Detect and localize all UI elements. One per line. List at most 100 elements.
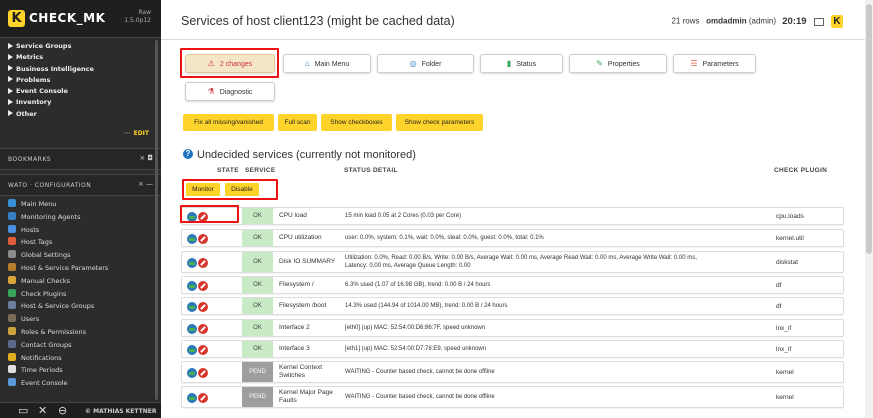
full-scan-button[interactable]: Full scan xyxy=(278,114,317,131)
notifications-icon xyxy=(8,352,16,361)
disable-service-icon[interactable] xyxy=(198,234,208,244)
diagnostic-button[interactable]: ⚗ Diagnostic xyxy=(185,82,275,101)
disable-service-icon[interactable] xyxy=(198,258,208,268)
wato-item-label: Hosts xyxy=(21,225,40,234)
table-row: OK Interface 3 [eth1] (up) MAC: 52:54:00… xyxy=(181,340,844,358)
status-detail: 15 min load 0.05 at 2 Cores (0.03 per Co… xyxy=(345,213,462,219)
sidebar-item-label: Inventory xyxy=(16,98,52,107)
monitor-service-icon[interactable] xyxy=(187,324,197,334)
sidebar-item-event-console[interactable]: Event Console xyxy=(8,86,161,97)
row-actions xyxy=(187,345,209,355)
check-plugin: df xyxy=(776,302,782,310)
wato-item-time-periods[interactable]: Time Periods xyxy=(0,364,161,377)
folder-icon: ◎ xyxy=(409,59,417,68)
monitor-service-icon[interactable] xyxy=(187,281,197,291)
bookmarks-controls[interactable]: × ◘ xyxy=(139,154,153,162)
main-scrollbar[interactable] xyxy=(865,0,873,418)
monitor-service-icon[interactable] xyxy=(187,258,197,268)
footer-brand[interactable]: © MATHIAS KETTNER xyxy=(85,408,156,415)
top-bar: Services of host client123 (might be cac… xyxy=(161,0,873,40)
main-menu-button[interactable]: ⌂ Main Menu xyxy=(283,54,371,73)
wato-item-label: Manual Checks xyxy=(21,276,71,285)
sidebar-edit-link[interactable]: ··· EDIT xyxy=(124,130,149,137)
disable-service-icon[interactable] xyxy=(198,281,208,291)
sidebar-item-service-groups[interactable]: Service Groups xyxy=(8,41,161,52)
sidebar-item-label: Problems xyxy=(16,75,51,84)
book-icon[interactable] xyxy=(813,17,824,26)
bookmarks-snapin-header[interactable]: BOOKMARKS × ◘ xyxy=(0,148,161,170)
main-scrollbar-thumb[interactable] xyxy=(866,4,872,254)
monitor-icon[interactable]: ▭ xyxy=(18,404,28,417)
wato-item-monitoring-agents[interactable]: Monitoring Agents xyxy=(0,211,161,224)
wato-item-host-service-groups[interactable]: Host & Service Groups xyxy=(0,300,161,313)
properties-label: Properties xyxy=(607,61,640,68)
monitor-service-icon[interactable] xyxy=(187,393,197,403)
parameters-button[interactable]: ☰ Parameters xyxy=(673,54,756,73)
status-detail: WAITING - Counter based check, cannot be… xyxy=(345,369,495,375)
state-badge: OK xyxy=(242,230,273,246)
logout-icon[interactable]: ⊖ xyxy=(58,404,67,417)
status-button[interactable]: ▮ Status xyxy=(480,54,563,73)
wato-controls[interactable]: × — xyxy=(138,180,153,188)
section-title[interactable]: ? Undecided services (currently not monit… xyxy=(183,149,416,161)
sidebar-item-other[interactable]: Other xyxy=(8,109,161,120)
monitor-service-icon[interactable] xyxy=(187,345,197,355)
service-name: Kernel Context Switches xyxy=(279,364,322,379)
wato-item-event-console[interactable]: Event Console xyxy=(0,377,161,390)
wato-item-host-tags[interactable]: Host Tags xyxy=(0,236,161,249)
highlight-frame-changes xyxy=(180,48,279,78)
sidebar-item-problems[interactable]: Problems xyxy=(8,75,161,86)
version-info: Raw 1.5.0p12 xyxy=(124,9,151,25)
wato-item-contact-groups[interactable]: Contact Groups xyxy=(0,339,161,352)
wato-item-host-service-parameters[interactable]: Host & Service Parameters xyxy=(0,262,161,275)
folder-label: Folder xyxy=(421,61,442,68)
table-row: OK Disk IO SUMMARY Utilization: 0.0%, Re… xyxy=(181,251,844,273)
wato-item-notifications[interactable]: Notifications xyxy=(0,352,161,365)
wato-item-manual-checks[interactable]: Manual Checks xyxy=(0,275,161,288)
checkmk-k-icon[interactable]: K xyxy=(831,15,843,28)
status-detail: user: 0.0%, system: 0.1%, wait: 0.0%, st… xyxy=(345,235,544,241)
monitor-service-icon[interactable] xyxy=(187,368,197,378)
help-icon[interactable]: ? xyxy=(183,149,193,160)
disable-service-icon[interactable] xyxy=(198,324,208,334)
wato-item-check-plugins[interactable]: Check Plugins xyxy=(0,288,161,301)
folder-button[interactable]: ◎ Folder xyxy=(377,54,474,73)
state-badge: PEND xyxy=(242,387,273,407)
fix-all-button[interactable]: Fix all missing/vanished xyxy=(183,114,274,131)
sidebar-item-label: Service Groups xyxy=(16,42,72,50)
sidebar-item-inventory[interactable]: Inventory xyxy=(8,97,161,108)
check-plugin: df xyxy=(776,281,782,289)
wato-item-roles-permissions[interactable]: Roles & Permissions xyxy=(0,326,161,339)
sidebar-scrollbar[interactable] xyxy=(155,40,158,400)
wato-snapin-header[interactable]: WATO · CONFIGURATION × — xyxy=(0,174,161,196)
status-icon: ▮ xyxy=(506,59,512,68)
show-check-parameters-button[interactable]: Show check parameters xyxy=(396,114,483,131)
column-header-status-detail: STATUS DETAIL xyxy=(344,167,398,174)
table-row: OK Interface 2 [eth0] (up) MAC: 52:54:00… xyxy=(181,319,844,337)
sidebar-item-business-intelligence[interactable]: Business Intelligence xyxy=(8,64,161,75)
disable-service-icon[interactable] xyxy=(198,302,208,312)
disable-service-icon[interactable] xyxy=(198,345,208,355)
disable-service-icon[interactable] xyxy=(198,368,208,378)
sidebar-item-label: Other xyxy=(16,109,37,118)
wato-item-users[interactable]: Users xyxy=(0,313,161,326)
checkmk-logo-icon[interactable]: K xyxy=(8,10,25,27)
properties-button[interactable]: ✎ Properties xyxy=(569,54,667,73)
sidebar: K CHECK_MK Raw 1.5.0p12 Service Groups M… xyxy=(0,0,161,418)
disable-service-icon[interactable] xyxy=(198,393,208,403)
sidebar-item-metrics[interactable]: Metrics xyxy=(8,52,161,63)
wato-item-hosts[interactable]: Hosts xyxy=(0,224,161,237)
service-name: CPU utilization xyxy=(279,234,322,241)
app-name[interactable]: CHECK_MK xyxy=(29,11,105,25)
close-icon[interactable]: ✕ xyxy=(38,404,47,417)
wato-item-main-menu[interactable]: Main Menu xyxy=(0,198,161,211)
show-checkboxes-button[interactable]: Show checkboxes xyxy=(321,114,392,131)
table-row: PEND Kernel Major Page Faults WAITING - … xyxy=(181,386,844,408)
expand-triangle-icon xyxy=(8,110,13,117)
tag-icon xyxy=(8,237,16,246)
table-row: PEND Kernel Context Switches WAITING - C… xyxy=(181,361,844,383)
wato-item-global-settings[interactable]: Global Settings xyxy=(0,249,161,262)
check-plugin: kernel.util xyxy=(776,234,804,242)
monitor-service-icon[interactable] xyxy=(187,302,197,312)
monitor-service-icon[interactable] xyxy=(187,234,197,244)
